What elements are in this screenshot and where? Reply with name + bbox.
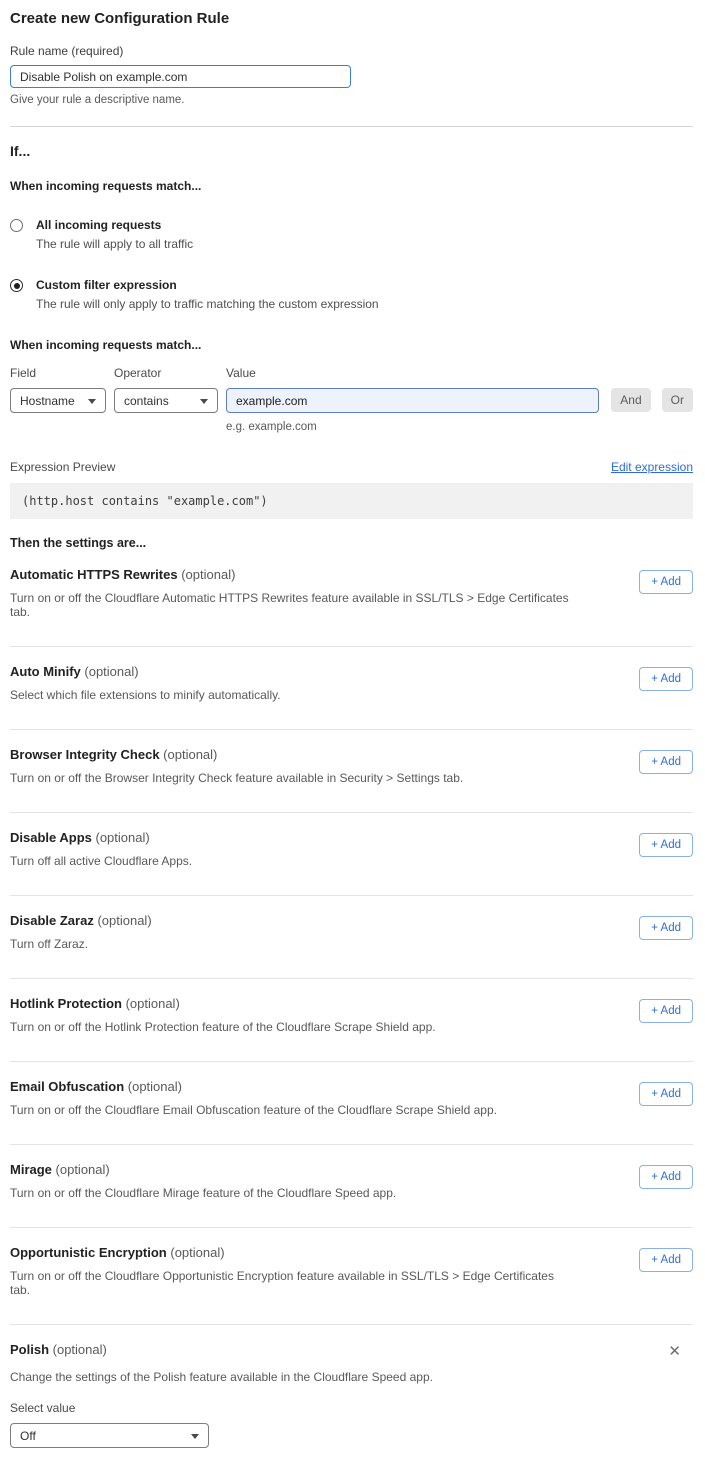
setting-name: Disable Zaraz	[10, 913, 94, 928]
close-icon[interactable]: ✕	[664, 1342, 685, 1361]
setting-optional-tag: (optional)	[97, 913, 151, 928]
setting-optional-tag: (optional)	[128, 1079, 182, 1094]
setting-name: Polish	[10, 1342, 49, 1357]
radio-custom-filter-expression[interactable]: Custom filter expression The rule will o…	[10, 278, 693, 311]
setting-name: Opportunistic Encryption	[10, 1245, 167, 1260]
setting-row-disable-zaraz: Disable Zaraz (optional) Turn off Zaraz.…	[10, 896, 693, 979]
and-or-buttons: And Or	[611, 388, 693, 412]
setting-optional-tag: (optional)	[126, 996, 180, 1011]
settings-list: Automatic HTTPS Rewrites (optional) Turn…	[10, 550, 693, 1325]
add-opportunistic-encryption-button[interactable]: + Add	[639, 1248, 693, 1272]
setting-optional-tag: (optional)	[96, 830, 150, 845]
match-type-radio-group: All incoming requests The rule will appl…	[10, 218, 693, 311]
radio-description: The rule will apply to all traffic	[36, 237, 193, 251]
add-disable-apps-button[interactable]: + Add	[639, 833, 693, 857]
add-browser-integrity-check-button[interactable]: + Add	[639, 750, 693, 774]
operator-select[interactable]: contains	[114, 388, 218, 413]
setting-row-polish-expanded: Polish (optional) ✕ Change the settings …	[10, 1325, 693, 1448]
setting-row-disable-apps: Disable Apps (optional) Turn off all act…	[10, 813, 693, 896]
setting-row-auto-minify: Auto Minify (optional) Select which file…	[10, 647, 693, 730]
add-mirage-button[interactable]: + Add	[639, 1165, 693, 1189]
add-hotlink-protection-button[interactable]: + Add	[639, 999, 693, 1023]
operator-column: Operator contains	[114, 366, 218, 413]
setting-description: Turn on or off the Cloudflare Mirage fea…	[10, 1186, 396, 1200]
filter-expression-builder: Field Hostname Operator contains Value e…	[10, 366, 693, 433]
operator-label: Operator	[114, 366, 218, 380]
radio-unchecked-icon[interactable]	[10, 219, 23, 232]
expression-preview-header: Expression Preview Edit expression	[10, 460, 693, 474]
edit-expression-link[interactable]: Edit expression	[611, 460, 693, 474]
page-title: Create new Configuration Rule	[10, 10, 693, 27]
setting-name: Mirage	[10, 1162, 52, 1177]
setting-row-mirage: Mirage (optional) Turn on or off the Clo…	[10, 1145, 693, 1228]
rule-name-group: Rule name (required) Give your rule a de…	[10, 44, 693, 106]
radio-label: Custom filter expression	[36, 278, 379, 292]
setting-name: Auto Minify	[10, 664, 81, 679]
and-button[interactable]: And	[611, 388, 650, 412]
setting-row-email-obfuscation: Email Obfuscation (optional) Turn on or …	[10, 1062, 693, 1145]
add-disable-zaraz-button[interactable]: + Add	[639, 916, 693, 940]
setting-optional-tag: (optional)	[56, 1162, 110, 1177]
then-settings-heading: Then the settings are...	[10, 536, 693, 550]
setting-description: Turn on or off the Cloudflare Opportunis…	[10, 1269, 570, 1297]
setting-description: Turn off all active Cloudflare Apps.	[10, 854, 192, 868]
or-button[interactable]: Or	[662, 388, 693, 412]
field-select-value: Hostname	[20, 394, 75, 408]
value-helper: e.g. example.com	[226, 421, 599, 433]
expression-preview-code: (http.host contains "example.com")	[10, 483, 693, 519]
field-column: Field Hostname	[10, 366, 106, 413]
create-configuration-rule-form: Create new Configuration Rule Rule name …	[0, 0, 705, 1458]
setting-description: Change the settings of the Polish featur…	[10, 1370, 693, 1384]
radio-description: The rule will only apply to traffic matc…	[36, 297, 379, 311]
rule-name-helper: Give your rule a descriptive name.	[10, 94, 693, 106]
select-value-label: Select value	[10, 1401, 693, 1415]
setting-description: Turn on or off the Browser Integrity Che…	[10, 771, 463, 785]
polish-value-select[interactable]: Off	[10, 1423, 209, 1448]
value-label: Value	[226, 366, 599, 380]
setting-description: Turn off Zaraz.	[10, 937, 152, 951]
rule-name-label: Rule name (required)	[10, 44, 693, 58]
setting-name: Automatic HTTPS Rewrites	[10, 567, 178, 582]
radio-checked-icon[interactable]	[10, 279, 23, 292]
setting-optional-tag: (optional)	[181, 567, 235, 582]
field-label: Field	[10, 366, 106, 380]
setting-description: Select which file extensions to minify a…	[10, 688, 281, 702]
rule-name-input[interactable]	[10, 65, 351, 88]
add-auto-minify-button[interactable]: + Add	[639, 667, 693, 691]
setting-row-opportunistic-encryption: Opportunistic Encryption (optional) Turn…	[10, 1228, 693, 1325]
value-column: Value e.g. example.com	[226, 366, 599, 433]
operator-select-value: contains	[124, 394, 169, 408]
filter-builder-match-label: When incoming requests match...	[10, 338, 693, 352]
setting-row-automatic-https-rewrites: Automatic HTTPS Rewrites (optional) Turn…	[10, 550, 693, 647]
chevron-down-icon	[200, 399, 208, 404]
setting-description: Turn on or off the Cloudflare Email Obfu…	[10, 1103, 497, 1117]
setting-name: Hotlink Protection	[10, 996, 122, 1011]
add-automatic-https-rewrites-button[interactable]: + Add	[639, 570, 693, 594]
setting-name: Disable Apps	[10, 830, 92, 845]
incoming-requests-match-label: When incoming requests match...	[10, 179, 693, 193]
setting-optional-tag: (optional)	[163, 747, 217, 762]
setting-description: Turn on or off the Cloudflare Automatic …	[10, 591, 570, 619]
add-email-obfuscation-button[interactable]: + Add	[639, 1082, 693, 1106]
polish-select-value: Off	[20, 1429, 36, 1443]
radio-label: All incoming requests	[36, 218, 193, 232]
expression-preview-label: Expression Preview	[10, 460, 115, 474]
chevron-down-icon	[191, 1434, 199, 1439]
setting-row-browser-integrity-check: Browser Integrity Check (optional) Turn …	[10, 730, 693, 813]
setting-optional-tag: (optional)	[170, 1245, 224, 1260]
field-select[interactable]: Hostname	[10, 388, 106, 413]
section-divider	[10, 126, 693, 127]
setting-optional-tag: (optional)	[84, 664, 138, 679]
if-heading: If...	[10, 143, 693, 159]
chevron-down-icon	[88, 399, 96, 404]
setting-row-hotlink-protection: Hotlink Protection (optional) Turn on or…	[10, 979, 693, 1062]
setting-optional-tag: (optional)	[53, 1342, 107, 1357]
value-input[interactable]	[226, 388, 599, 413]
setting-description: Turn on or off the Hotlink Protection fe…	[10, 1020, 436, 1034]
radio-all-incoming-requests[interactable]: All incoming requests The rule will appl…	[10, 218, 693, 251]
setting-name: Browser Integrity Check	[10, 747, 160, 762]
setting-name: Email Obfuscation	[10, 1079, 124, 1094]
